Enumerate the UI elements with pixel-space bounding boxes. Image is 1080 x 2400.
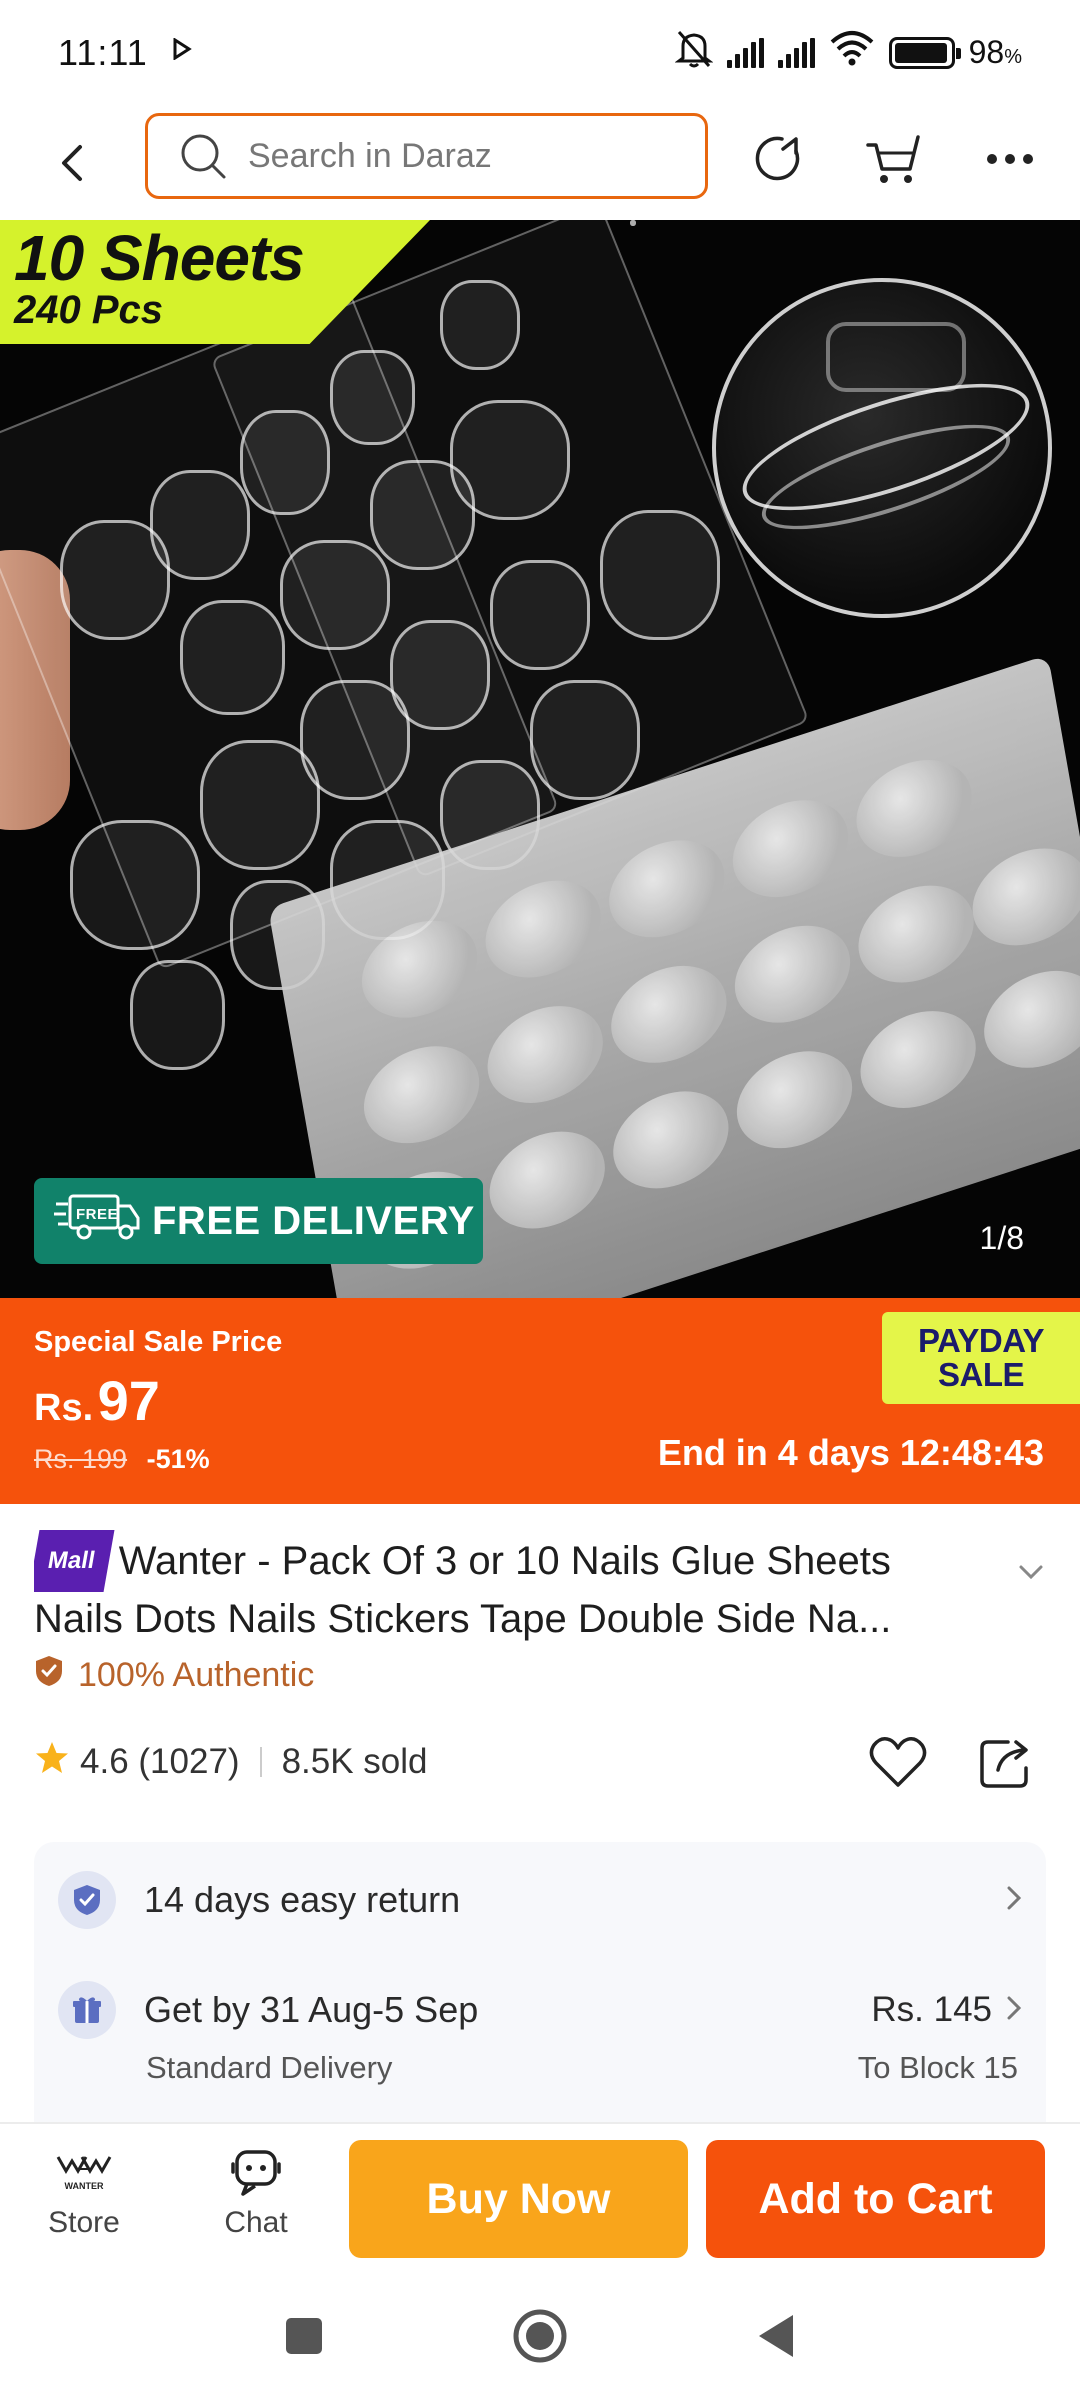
home-circle-icon bbox=[513, 2309, 567, 2363]
image-counter: 1/8 bbox=[979, 1220, 1024, 1256]
add-to-cart-button[interactable]: Add to Cart bbox=[706, 2140, 1045, 2258]
store-logo-icon: WANTER bbox=[24, 2146, 144, 2200]
svg-text:FREE: FREE bbox=[76, 1206, 118, 1223]
buy-now-button[interactable]: Buy Now bbox=[349, 2140, 688, 2258]
review-count[interactable]: (1027) bbox=[138, 1742, 239, 1782]
back-arrow-icon bbox=[62, 145, 82, 181]
wifi-icon bbox=[829, 30, 875, 75]
shield-check-icon bbox=[34, 1654, 64, 1697]
home-button[interactable] bbox=[510, 2306, 570, 2366]
battery-level: 98% bbox=[968, 34, 1022, 70]
search-input[interactable] bbox=[248, 136, 648, 176]
refresh-arrow-icon bbox=[755, 136, 800, 181]
delivery-location[interactable]: To Block 15 bbox=[858, 2050, 1018, 2086]
search-icon bbox=[181, 134, 226, 179]
signal-1-icon bbox=[726, 37, 764, 68]
free-delivery-badge: FREE FREE DELIVERY bbox=[34, 1178, 483, 1264]
product-title[interactable]: Mall Wanter - Pack Of 3 or 10 Nails Glue … bbox=[34, 1530, 990, 1646]
divider bbox=[259, 1747, 262, 1777]
rating-row: 4.6 (1027) 8.5K sold bbox=[34, 1730, 1046, 1794]
chevron-right-icon bbox=[1006, 1880, 1022, 1920]
mute-bell-icon bbox=[674, 28, 714, 77]
triangle-back-icon bbox=[759, 2315, 793, 2357]
return-policy-row[interactable]: 14 days easy return bbox=[58, 1864, 1022, 1936]
rating-value[interactable]: 4.6 bbox=[80, 1742, 129, 1782]
svg-text:WANTER: WANTER bbox=[65, 2181, 104, 2191]
status-bar: 11:11 98% bbox=[0, 0, 1080, 105]
delivery-truck-icon: FREE bbox=[54, 1192, 140, 1250]
chat-bot-icon bbox=[196, 2146, 316, 2200]
cart-button[interactable] bbox=[862, 127, 926, 191]
delivery-row[interactable]: Get by 31 Aug-5 Sep Rs. 145 bbox=[58, 1974, 1022, 2046]
zoom-detail-graphic bbox=[712, 278, 1052, 618]
product-title-section: Mall Wanter - Pack Of 3 or 10 Nails Glue … bbox=[0, 1504, 1080, 1694]
delivery-type: Standard Delivery bbox=[146, 2050, 393, 2085]
system-navigation-bar bbox=[0, 2272, 1080, 2400]
store-button[interactable]: WANTER Store bbox=[24, 2146, 144, 2240]
mall-badge: Mall bbox=[34, 1530, 115, 1592]
original-price-row: Rs. 199 -51% bbox=[34, 1444, 210, 1475]
bottom-action-bar: WANTER Store Chat Buy Now Add to Cart bbox=[0, 2122, 1080, 2272]
share-icon bbox=[980, 1740, 1028, 1788]
product-image-carousel[interactable]: 10 Sheets 240 Pcs FREE FREE DELIVERY 1/8 bbox=[0, 220, 1080, 1298]
service-info-card: 14 days easy return Get by 31 Aug-5 Sep … bbox=[34, 1842, 1046, 2122]
gift-box-icon bbox=[58, 1981, 116, 2039]
square-icon bbox=[286, 2318, 322, 2354]
authentic-badge[interactable]: 100% Authentic bbox=[34, 1654, 314, 1697]
payday-sale-badge: PAYDAY SALE bbox=[882, 1312, 1080, 1404]
special-sale-label: Special Sale Price bbox=[34, 1326, 283, 1358]
sale-countdown: End in 4 days 12:48:43 bbox=[657, 1432, 1044, 1473]
star-icon bbox=[34, 1740, 70, 1785]
discount-percent: -51% bbox=[146, 1444, 210, 1474]
back-button[interactable] bbox=[52, 135, 92, 191]
free-delivery-text: FREE DELIVERY bbox=[152, 1198, 475, 1243]
signal-2-icon bbox=[777, 37, 815, 68]
return-shield-icon bbox=[58, 1871, 116, 1929]
battery-icon bbox=[888, 36, 961, 69]
expand-title-chevron-icon[interactable] bbox=[1018, 1564, 1044, 1585]
top-navigation bbox=[0, 105, 1080, 220]
wishlist-button[interactable] bbox=[866, 1730, 930, 1794]
status-time: 11:11 bbox=[58, 31, 148, 73]
share-refresh-button[interactable] bbox=[748, 127, 812, 191]
more-options-button[interactable] bbox=[978, 127, 1042, 191]
original-price: Rs. 199 bbox=[34, 1444, 128, 1474]
heart-icon bbox=[869, 1737, 927, 1787]
delivery-price: Rs. 145 bbox=[871, 1990, 992, 2029]
sold-count: 8.5K sold bbox=[281, 1742, 428, 1781]
chat-button[interactable]: Chat bbox=[196, 2146, 316, 2240]
media-play-icon bbox=[172, 37, 192, 67]
price-banner: Special Sale Price Rs. 97 Rs. 199 -51% P… bbox=[0, 1298, 1080, 1504]
more-dots-icon bbox=[987, 154, 1033, 164]
share-button[interactable] bbox=[974, 1730, 1038, 1794]
recent-apps-button[interactable] bbox=[274, 2306, 334, 2366]
system-back-button[interactable] bbox=[746, 2306, 806, 2366]
status-icons: 98% bbox=[674, 28, 1022, 77]
chevron-right-icon bbox=[1006, 1990, 1022, 2030]
search-bar[interactable] bbox=[145, 113, 708, 199]
cart-icon bbox=[866, 135, 920, 183]
current-price: Rs. 97 bbox=[34, 1369, 160, 1432]
